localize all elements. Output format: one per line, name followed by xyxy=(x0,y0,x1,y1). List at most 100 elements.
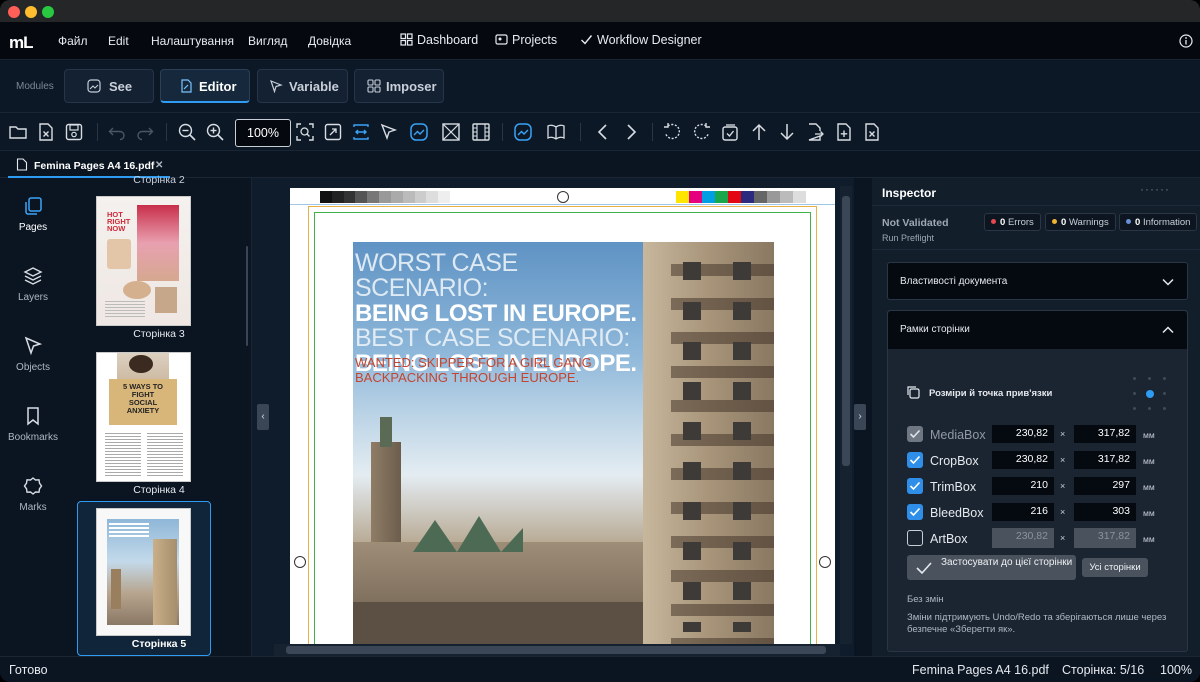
vertical-scrollbar[interactable] xyxy=(840,186,852,644)
preview-image-icon[interactable] xyxy=(513,122,533,142)
expand-icon[interactable] xyxy=(323,122,343,142)
module-imposer-button[interactable]: Imposer xyxy=(354,69,444,103)
menu-edit[interactable]: Edit xyxy=(108,34,129,48)
times-sign: × xyxy=(1060,481,1066,491)
save-icon[interactable] xyxy=(64,122,84,142)
module-variable-button[interactable]: Variable xyxy=(257,69,348,103)
document-properties-section[interactable]: Властивості документа xyxy=(887,262,1188,300)
module-editor-button[interactable]: Editor xyxy=(160,69,250,103)
times-sign: × xyxy=(1060,533,1066,543)
film-icon[interactable] xyxy=(471,122,491,142)
collapse-left-panel-button[interactable]: ‹ xyxy=(257,404,269,430)
close-file-icon[interactable] xyxy=(36,122,56,142)
sidebar-item-marks[interactable]: Marks xyxy=(0,476,66,513)
cropbox-height-field[interactable]: 317,82 xyxy=(1074,451,1136,469)
horizontal-scrollbar[interactable] xyxy=(274,644,840,656)
close-tab-icon[interactable]: ✕ xyxy=(155,160,163,171)
status-page: Сторінка: 5/16 xyxy=(1062,663,1145,677)
thumbnail-page-4[interactable]: 5 WAYS TO FIGHT SOCIAL ANXIETY xyxy=(96,352,191,482)
approve-icon[interactable] xyxy=(720,122,740,142)
delete-page-icon[interactable] xyxy=(862,122,882,142)
menu-help[interactable]: Довідка xyxy=(308,34,351,48)
menu-file[interactable]: Файл xyxy=(58,34,88,48)
times-sign: × xyxy=(1060,507,1066,517)
bleedbox-width-field[interactable]: 216 xyxy=(992,503,1054,521)
fit-width-icon[interactable] xyxy=(351,122,371,142)
chevron-left-icon[interactable] xyxy=(593,122,613,142)
warnings-badge[interactable]: 0 Warnings xyxy=(1045,213,1116,231)
close-window-button[interactable] xyxy=(8,6,20,18)
bleedbox-checkbox[interactable] xyxy=(907,504,923,520)
chevron-down-icon xyxy=(1162,278,1174,286)
sidebar-item-label: Bookmarks xyxy=(7,432,58,443)
pdf-page[interactable]: WORST CASE SCENARIO: BEING LOST IN EUROP… xyxy=(290,188,835,644)
trimbox-height-field[interactable]: 297 xyxy=(1074,477,1136,495)
module-imposer-label: Imposer xyxy=(386,79,437,94)
zoom-out-icon[interactable] xyxy=(177,122,197,142)
nav-dashboard-label: Dashboard xyxy=(417,33,479,47)
errors-badge[interactable]: 0 Errors xyxy=(984,213,1041,231)
zoom-in-icon[interactable] xyxy=(205,122,225,142)
minimize-window-button[interactable] xyxy=(25,6,37,18)
sidebar-item-objects[interactable]: Objects xyxy=(0,336,66,373)
thumbnail-label: Сторінка 4 xyxy=(133,484,185,496)
arrow-down-icon[interactable] xyxy=(777,122,797,142)
zoom-input[interactable]: 100% xyxy=(235,119,291,147)
trimbox-checkbox[interactable] xyxy=(907,478,923,494)
artbox-width-field[interactable]: 230,82 xyxy=(992,528,1054,548)
image-tool-icon[interactable] xyxy=(409,122,429,142)
menu-view[interactable]: Вигляд xyxy=(248,34,287,48)
nav-workflow-designer[interactable]: Workflow Designer xyxy=(580,33,702,47)
thumbnail-page-3[interactable]: HOT RIGHT NOW xyxy=(96,196,191,326)
dashboard-icon xyxy=(400,33,413,46)
headline-line-3: BEST CASE SCENARIO: xyxy=(355,324,630,352)
select-cursor-icon[interactable] xyxy=(379,122,399,142)
anchor-point-grid[interactable] xyxy=(1131,375,1167,411)
arrow-up-icon[interactable] xyxy=(749,122,769,142)
cropbox-width-field[interactable]: 230,82 xyxy=(992,451,1054,469)
chevron-right-icon[interactable] xyxy=(621,122,641,142)
apply-to-page-button[interactable]: Застосувати до цієї сторінки xyxy=(907,555,1076,580)
sidebar-item-pages[interactable]: Pages xyxy=(0,196,66,233)
information-badge[interactable]: 0 Information xyxy=(1119,213,1198,231)
all-pages-button[interactable]: Усі сторінки xyxy=(1082,558,1148,577)
panel-drag-handle[interactable]: ······ xyxy=(1140,182,1170,196)
artbox-height-field[interactable]: 317,82 xyxy=(1074,528,1136,548)
pages-icon xyxy=(25,197,42,215)
bleedbox-height-field[interactable]: 303 xyxy=(1074,503,1136,521)
mediabox-height-field[interactable]: 317,82 xyxy=(1074,425,1136,443)
zoom-fit-icon[interactable] xyxy=(295,122,315,142)
nav-projects[interactable]: Projects xyxy=(495,33,557,47)
rotate-left-icon[interactable] xyxy=(662,122,682,142)
redo-icon[interactable] xyxy=(135,122,155,142)
apply-button-label: Застосувати до цієї сторінки xyxy=(941,557,1073,568)
menu-settings[interactable]: Налаштування xyxy=(151,34,234,48)
collapse-right-panel-button[interactable]: › xyxy=(854,404,866,430)
add-page-icon[interactable] xyxy=(834,122,854,142)
cropbox-checkbox[interactable] xyxy=(907,452,923,468)
mediabox-checkbox[interactable] xyxy=(907,426,923,442)
thumbnails-scrollbar[interactable] xyxy=(246,246,248,346)
nav-dashboard[interactable]: Dashboard xyxy=(400,33,478,47)
thumbnail-page-5[interactable] xyxy=(96,508,191,636)
badge-icon xyxy=(23,477,43,495)
anchor-center[interactable] xyxy=(1146,390,1154,398)
book-icon[interactable] xyxy=(546,122,566,142)
export-page-icon[interactable] xyxy=(805,122,825,142)
rotate-right-icon[interactable] xyxy=(692,122,712,142)
info-icon[interactable] xyxy=(1179,34,1193,48)
crop-box-icon[interactable] xyxy=(441,122,461,142)
undo-icon[interactable] xyxy=(107,122,127,142)
trimbox-width-field[interactable]: 210 xyxy=(992,477,1054,495)
grayscale-bar xyxy=(320,191,450,203)
mediabox-width-field[interactable]: 230,82 xyxy=(992,425,1054,443)
open-folder-icon[interactable] xyxy=(8,122,28,142)
page-boxes-header[interactable]: Рамки сторінки xyxy=(888,311,1187,349)
toolbar-divider xyxy=(502,123,503,141)
module-see-button[interactable]: See xyxy=(64,69,154,103)
sidebar-item-bookmarks[interactable]: Bookmarks xyxy=(0,406,66,443)
artbox-checkbox[interactable] xyxy=(907,530,923,546)
run-preflight-link[interactable]: Run Preflight xyxy=(882,233,934,243)
maximize-window-button[interactable] xyxy=(42,6,54,18)
sidebar-item-layers[interactable]: Layers xyxy=(0,266,66,303)
